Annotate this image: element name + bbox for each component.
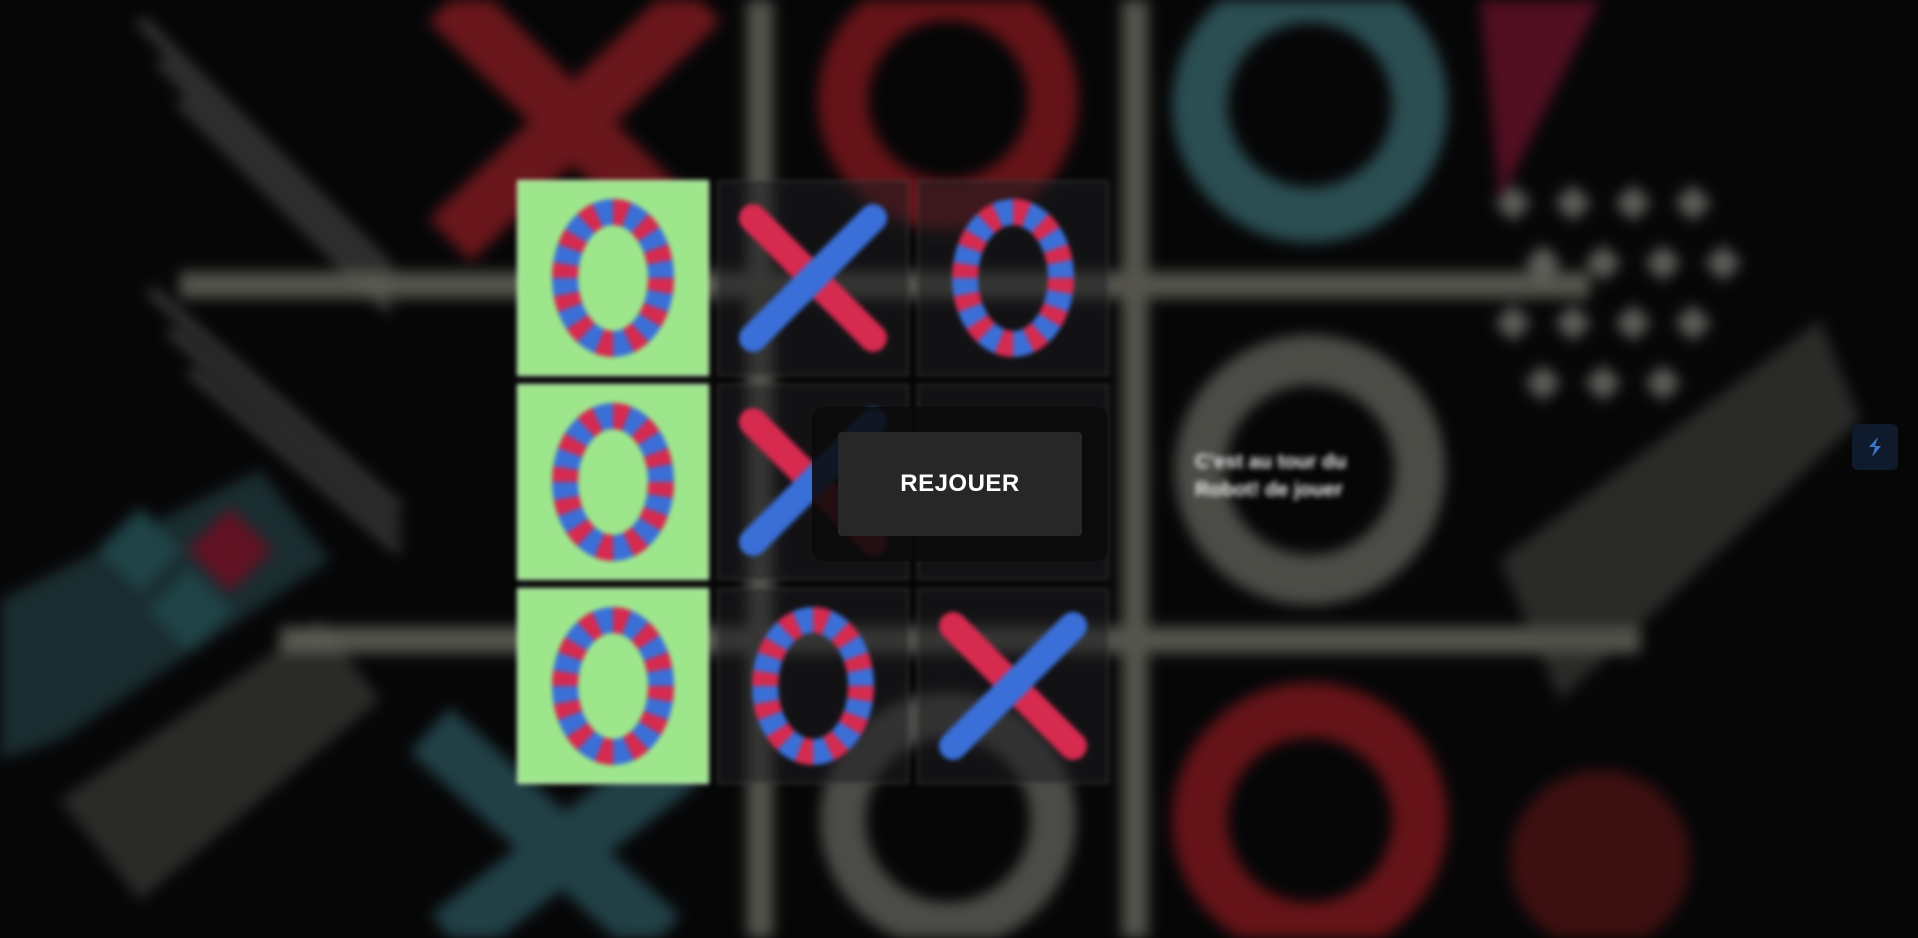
board-cell[interactable] — [517, 384, 709, 580]
o-mark-icon — [752, 607, 874, 765]
board-cell[interactable] — [517, 180, 709, 376]
turn-status: C'est au tour du Robot! de jouer — [1195, 451, 1347, 501]
o-mark-icon — [552, 403, 674, 561]
x-mark-icon — [939, 612, 1087, 760]
replay-button[interactable]: REJOUER — [838, 432, 1082, 536]
o-mark-icon — [552, 199, 674, 357]
board-cell[interactable] — [717, 180, 909, 376]
o-mark-icon — [552, 607, 674, 765]
x-mark-icon — [739, 204, 887, 352]
extension-icon[interactable] — [1852, 424, 1898, 470]
board-cell[interactable] — [517, 588, 709, 784]
o-mark-icon — [952, 199, 1074, 357]
extension-icon-glyph — [1869, 437, 1881, 457]
board-cell[interactable] — [917, 588, 1109, 784]
board-cell[interactable] — [917, 180, 1109, 376]
board-cell[interactable] — [717, 588, 909, 784]
